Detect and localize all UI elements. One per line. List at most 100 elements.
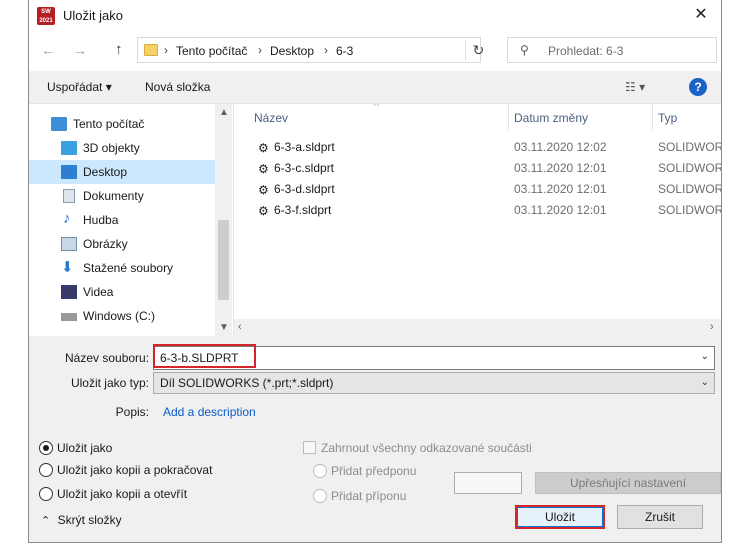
breadcrumb-separator: ›: [258, 43, 262, 57]
toolbar: Uspořádat ▾ Nová složka ☷ ▾ ?: [29, 71, 721, 104]
sldprt-file-icon: ⚙: [258, 183, 269, 197]
sidebar-scrollbar[interactable]: ▲ ▼: [215, 104, 232, 336]
search-input[interactable]: ⚲ Prohledat: 6-3: [507, 37, 717, 63]
file-type: SOLIDWORKS: [658, 203, 721, 217]
file-type: SOLIDWORKS: [658, 182, 721, 196]
filename-label: Název souboru:: [65, 351, 150, 365]
file-list: ^ Název Datum změny Typ ⚙ 6-3-a.sldprt 0…: [233, 104, 721, 336]
description-label: Popis:: [115, 405, 149, 419]
table-row[interactable]: ⚙ 6-3-a.sldprt 03.11.2020 12:02 SOLIDWOR…: [234, 136, 721, 157]
breadcrumb-this-pc[interactable]: Tento počítač: [176, 44, 247, 58]
sidebar-item-desktop[interactable]: Desktop: [29, 160, 215, 184]
title-bar: SW 2021 Uložit jako ✕: [29, 0, 721, 31]
file-date: 03.11.2020 12:01: [514, 161, 607, 175]
breadcrumb-folder[interactable]: 6-3: [336, 44, 353, 58]
file-date: 03.11.2020 12:01: [514, 203, 607, 217]
sidebar-item-music[interactable]: ♪ Hudba: [29, 208, 215, 232]
hide-folders-label: Skrýt složky: [57, 513, 122, 527]
radio-save-as-label: Uložit jako: [57, 441, 113, 455]
advanced-settings-button[interactable]: Upřesňující nastavení: [535, 472, 721, 494]
radio-add-suffix[interactable]: [313, 489, 327, 503]
sidebar-item-label: Tento počítač: [73, 117, 145, 131]
search-icon: ⚲: [520, 43, 529, 57]
sidebar-item-label: Hudba: [83, 213, 119, 227]
sidebar-item-downloads[interactable]: ⬇ Stažené soubory: [29, 256, 215, 280]
drive-icon: [61, 313, 77, 321]
filetype-value: Díl SOLIDWORKS (*.prt;*.sldprt): [160, 376, 334, 390]
sidebar-item-label: Stažené soubory: [83, 261, 174, 275]
add-suffix-label: Přidat příponu: [331, 489, 407, 503]
sidebar-item-videos[interactable]: Videa: [29, 280, 215, 304]
radio-save-copy-open[interactable]: [39, 487, 53, 501]
navigation-pane: Tento počítač 3D objekty Desktop Dokumen…: [29, 104, 233, 336]
document-icon: [63, 189, 75, 203]
up-arrow-icon[interactable]: ↑: [115, 41, 123, 58]
navigation-bar: ← → ↑ › Tento počítač › Desktop › 6-3 ⌄ …: [29, 31, 721, 71]
radio-save-copy-open-label: Uložit jako kopii a otevřít: [57, 487, 188, 501]
sidebar-item-label: Dokumenty: [83, 189, 144, 203]
sldprt-file-icon: ⚙: [258, 204, 269, 218]
address-bar[interactable]: › Tento počítač › Desktop › 6-3 ⌄: [137, 37, 557, 63]
filetype-select[interactable]: Díl SOLIDWORKS (*.prt;*.sldprt) ⌄: [153, 372, 715, 394]
refresh-icon[interactable]: ↻: [465, 40, 491, 60]
save-button[interactable]: Uložit: [515, 505, 605, 529]
column-header-type[interactable]: Typ: [658, 111, 677, 125]
sort-ascending-icon: ^: [374, 104, 379, 112]
table-row[interactable]: ⚙ 6-3-f.sldprt 03.11.2020 12:01 SOLIDWOR…: [234, 199, 721, 220]
breadcrumb-desktop[interactable]: Desktop: [270, 44, 314, 58]
file-name: 6-3-a.sldprt: [274, 140, 335, 154]
scroll-left-icon[interactable]: ‹: [238, 321, 242, 333]
column-divider[interactable]: [508, 104, 509, 130]
image-icon: [61, 237, 77, 251]
sidebar-item-documents[interactable]: Dokumenty: [29, 184, 215, 208]
chevron-down-icon[interactable]: ⌄: [701, 351, 709, 362]
file-name: 6-3-c.sldprt: [274, 161, 335, 175]
file-list-scrollbar[interactable]: ‹ ›: [234, 319, 721, 336]
forward-arrow-icon[interactable]: →: [73, 42, 87, 58]
table-row[interactable]: ⚙ 6-3-d.sldprt 03.11.2020 12:01 SOLIDWOR…: [234, 178, 721, 199]
sidebar-item-3d-objects[interactable]: 3D objekty: [29, 136, 215, 160]
help-icon[interactable]: ?: [689, 78, 707, 96]
folder-icon: [144, 44, 158, 56]
dialog-title: Uložit jako: [63, 8, 123, 23]
back-arrow-icon[interactable]: ←: [41, 42, 55, 58]
download-icon: ⬇: [61, 259, 74, 276]
hide-folders-button[interactable]: ⌃ Skrýt složky: [41, 513, 122, 527]
prefix-suffix-input[interactable]: [454, 472, 522, 494]
sidebar-item-this-pc[interactable]: Tento počítač: [29, 112, 215, 136]
new-folder-button[interactable]: Nová složka: [145, 80, 210, 94]
cube-icon: [61, 141, 77, 155]
music-icon: ♪: [63, 210, 71, 227]
radio-add-prefix[interactable]: [313, 464, 327, 478]
cancel-button[interactable]: Zrušit: [617, 505, 703, 529]
scroll-down-icon[interactable]: ▼: [219, 322, 229, 333]
radio-save-copy-continue-label: Uložit jako kopii a pokračovat: [57, 463, 213, 477]
sldprt-file-icon: ⚙: [258, 141, 269, 155]
radio-save-copy-continue[interactable]: [39, 463, 53, 477]
scroll-right-icon[interactable]: ›: [710, 321, 714, 333]
sidebar-item-label: 3D objekty: [83, 141, 140, 155]
add-description-link[interactable]: Add a description: [163, 405, 256, 419]
chevron-down-icon[interactable]: ⌄: [701, 377, 709, 388]
sidebar-item-drive-c[interactable]: Windows (C:): [29, 304, 215, 328]
breadcrumb-separator: ›: [164, 43, 168, 57]
breadcrumb-separator: ›: [324, 43, 328, 57]
filename-highlight: [153, 344, 256, 368]
sidebar-item-label: Desktop: [83, 165, 128, 179]
file-type: SOLIDWORKS: [658, 140, 721, 154]
include-refs-checkbox[interactable]: [303, 441, 316, 454]
table-row[interactable]: ⚙ 6-3-c.sldprt 03.11.2020 12:01 SOLIDWOR…: [234, 157, 721, 178]
close-button[interactable]: ✕: [681, 0, 721, 31]
column-header-name[interactable]: Název: [254, 111, 288, 125]
view-options-icon[interactable]: ☷ ▾: [625, 80, 645, 94]
desktop-icon: [61, 165, 77, 179]
sidebar-item-pictures[interactable]: Obrázky: [29, 232, 215, 256]
organize-button[interactable]: Uspořádat ▾: [47, 80, 112, 94]
column-header-date[interactable]: Datum změny: [514, 111, 588, 125]
file-date: 03.11.2020 12:01: [514, 182, 607, 196]
radio-save-as[interactable]: [39, 441, 53, 455]
column-divider[interactable]: [652, 104, 653, 130]
scroll-up-icon[interactable]: ▲: [219, 107, 229, 118]
scrollbar-thumb[interactable]: [218, 220, 229, 300]
chevron-up-icon: ⌃: [41, 515, 51, 527]
